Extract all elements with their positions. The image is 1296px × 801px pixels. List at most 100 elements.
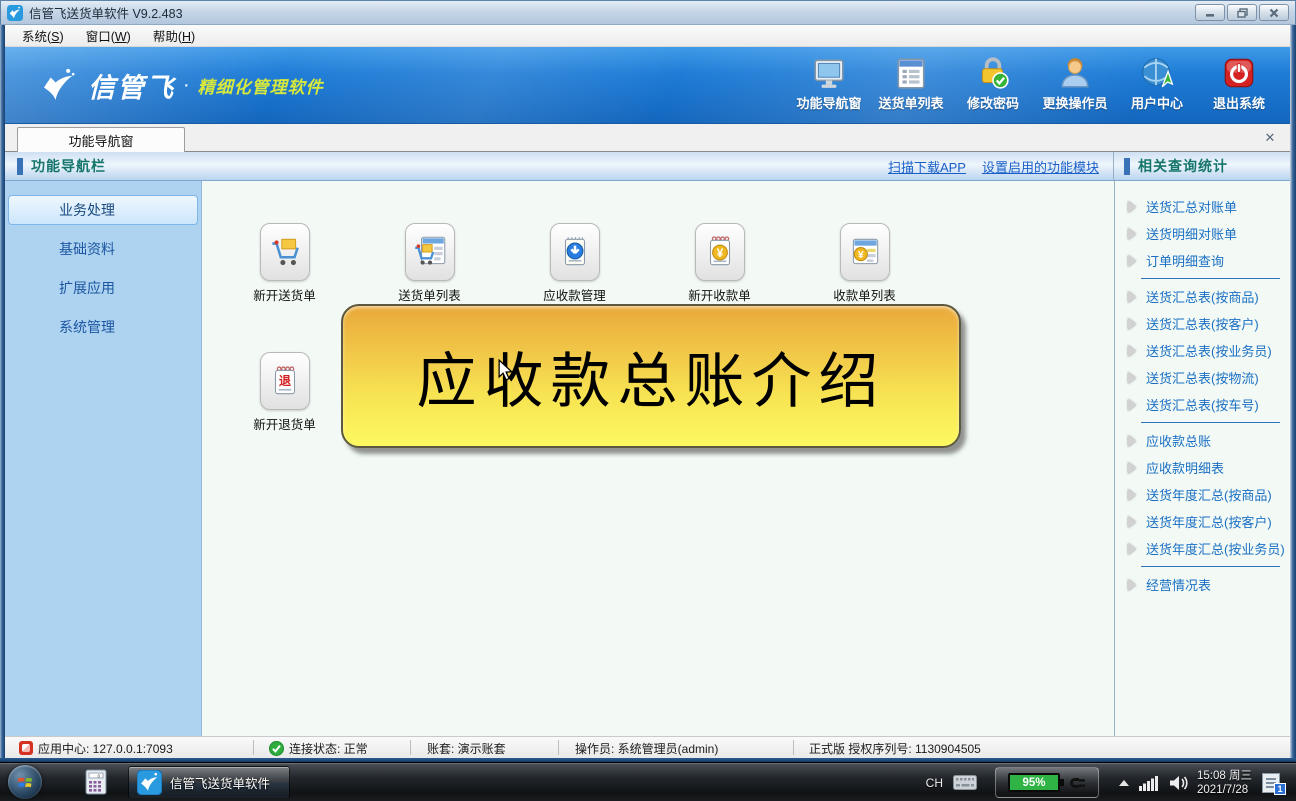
status-account: 账套: 演示账套 bbox=[427, 737, 506, 759]
download-app-link[interactable]: 扫描下载APP bbox=[888, 157, 966, 176]
toolbar-button-label: 更换操作员 bbox=[1042, 93, 1107, 112]
toolbar-button-label: 送货单列表 bbox=[878, 93, 943, 112]
receivables-management-button[interactable]: 应收款管理 bbox=[502, 223, 647, 304]
clock[interactable]: 15:08 周三 2021/7/28 bbox=[1197, 769, 1252, 797]
sidebar-item-system[interactable]: 系统管理 bbox=[8, 312, 198, 342]
network-signal-icon[interactable] bbox=[1139, 775, 1159, 791]
sidebar-item-extensions[interactable]: 扩展应用 bbox=[8, 273, 198, 303]
triangle-icon bbox=[1128, 255, 1136, 267]
triangle-icon bbox=[1128, 345, 1136, 357]
brand-logo: 信管飞 · 精细化管理软件 bbox=[39, 65, 324, 105]
new-return-note-button[interactable]: 退 新开退货单 bbox=[212, 352, 357, 433]
close-button[interactable] bbox=[1259, 4, 1289, 21]
nav-panel-title: 功能导航栏 bbox=[31, 156, 106, 176]
report-link[interactable]: 送货汇总表(按客户) bbox=[1115, 310, 1290, 337]
module-settings-link[interactable]: 设置启用的功能模块 bbox=[982, 157, 1099, 176]
report-link[interactable]: 订单明细查询 bbox=[1115, 247, 1290, 274]
volume-icon[interactable] bbox=[1169, 775, 1189, 791]
brand-tagline: 精细化管理软件 bbox=[198, 73, 324, 98]
notification-icon[interactable]: 1 bbox=[1262, 771, 1286, 795]
report-link[interactable]: 应收款明细表 bbox=[1115, 454, 1290, 481]
report-group-divider bbox=[1141, 566, 1280, 567]
status-divider bbox=[253, 740, 254, 755]
triangle-icon bbox=[1128, 228, 1136, 240]
battery-percent: 95% bbox=[1023, 777, 1046, 789]
toolbar-user-center-button[interactable]: 用户中心 bbox=[1116, 51, 1198, 119]
report-link[interactable]: 送货汇总对账单 bbox=[1115, 193, 1290, 220]
taskbar: 0 信管飞送货单软件 CH 95% bbox=[0, 762, 1296, 801]
tile-label: 新开退货单 bbox=[253, 414, 316, 433]
show-hidden-icons-arrow[interactable] bbox=[1119, 780, 1129, 786]
toolbar-button-label: 修改密码 bbox=[967, 93, 1019, 112]
brand-name: 信管飞 bbox=[88, 66, 175, 105]
ime-indicator[interactable]: CH bbox=[926, 776, 943, 790]
keyboard-icon[interactable] bbox=[953, 775, 977, 790]
triangle-icon bbox=[1128, 579, 1136, 591]
status-app-center: 应用中心: 127.0.0.1:7093 bbox=[19, 737, 173, 759]
tile-row-1: 新开送货单 送货单列表 应收款管理 ¥ bbox=[202, 181, 1114, 304]
svg-text:¥: ¥ bbox=[716, 247, 723, 260]
toolbar-change-password-button[interactable]: 修改密码 bbox=[952, 51, 1034, 119]
power-plug-icon bbox=[1066, 775, 1086, 791]
menu-item-window[interactable]: 窗口(W) bbox=[75, 24, 142, 47]
cart-list-icon bbox=[411, 233, 449, 271]
toolbar-delivery-list-button[interactable]: 送货单列表 bbox=[870, 51, 952, 119]
status-connection: 连接状态: 正常 bbox=[269, 737, 368, 759]
reports-panel-title: 相关查询统计 bbox=[1138, 156, 1228, 176]
status-operator: 操作员: 系统管理员(admin) bbox=[575, 737, 718, 759]
window-title: 信管飞送货单软件 V9.2.483 bbox=[29, 3, 1195, 22]
report-link[interactable]: 经营情况表 bbox=[1115, 571, 1290, 598]
report-link[interactable]: 送货汇总表(按业务员) bbox=[1115, 337, 1290, 364]
clock-date: 2021/7/28 bbox=[1197, 784, 1248, 796]
report-link[interactable]: 送货年度汇总(按商品) bbox=[1115, 481, 1290, 508]
header-band: 功能导航栏 扫描下载APP 设置启用的功能模块 相关查询统计 bbox=[5, 151, 1290, 181]
system-tray: CH 95% 15:08 周三 2021/7/28 bbox=[926, 763, 1296, 801]
report-link[interactable]: 送货年度汇总(按业务员) bbox=[1115, 535, 1290, 562]
report-link[interactable]: 送货年度汇总(按客户) bbox=[1115, 508, 1290, 535]
calculator-taskbar-button[interactable]: 0 bbox=[76, 766, 116, 799]
clock-time: 15:08 周三 bbox=[1197, 770, 1252, 782]
battery-panel[interactable]: 95% bbox=[995, 767, 1099, 798]
new-delivery-note-button[interactable]: 新开送货单 bbox=[212, 223, 357, 304]
main-toolbar: 信管飞 · 精细化管理软件 功能导航窗 送货单列表 bbox=[5, 47, 1290, 123]
receipt-list-button[interactable]: ¥ 收款单列表 bbox=[792, 223, 937, 304]
tile-label: 送货单列表 bbox=[398, 285, 461, 304]
brand-swoosh-icon bbox=[39, 65, 79, 105]
sidebar-item-basic-data[interactable]: 基础资料 bbox=[8, 234, 198, 264]
toolbar-button-label: 退出系统 bbox=[1213, 93, 1265, 112]
report-link[interactable]: 送货汇总表(按物流) bbox=[1115, 364, 1290, 391]
minimize-button[interactable] bbox=[1195, 4, 1225, 21]
tab-strip: 功能导航窗 ✕ bbox=[5, 123, 1290, 151]
app-taskbar-button[interactable]: 信管飞送货单软件 bbox=[128, 766, 290, 799]
tab-close-icon[interactable]: ✕ bbox=[1262, 130, 1278, 146]
toolbar-exit-button[interactable]: 退出系统 bbox=[1198, 51, 1280, 119]
start-button[interactable] bbox=[8, 765, 42, 799]
delivery-note-list-button[interactable]: 送货单列表 bbox=[357, 223, 502, 304]
menu-item-system[interactable]: 系统(S) bbox=[11, 24, 75, 47]
menu-item-help[interactable]: 帮助(H) bbox=[142, 24, 206, 47]
main-area: 新开送货单 送货单列表 应收款管理 ¥ bbox=[202, 181, 1114, 736]
new-receipt-button[interactable]: ¥ 新开收款单 bbox=[647, 223, 792, 304]
app-icon bbox=[7, 5, 23, 21]
return-icon: 退 bbox=[266, 362, 304, 400]
triangle-icon bbox=[1128, 462, 1136, 474]
report-link[interactable]: 应收款总账 bbox=[1115, 427, 1290, 454]
nav-panel-header: 功能导航栏 扫描下载APP 设置启用的功能模块 bbox=[5, 152, 1113, 180]
status-divider bbox=[410, 740, 411, 755]
toolbar-buttons: 功能导航窗 送货单列表 修改密码 更换操作员 bbox=[788, 51, 1280, 119]
triangle-icon bbox=[1128, 318, 1136, 330]
triangle-icon bbox=[1128, 516, 1136, 528]
title-bar[interactable]: 信管飞送货单软件 V9.2.483 bbox=[0, 0, 1296, 25]
reports-panel-header: 相关查询统计 bbox=[1113, 152, 1290, 180]
app-center-icon bbox=[19, 741, 33, 755]
svg-text:¥: ¥ bbox=[857, 249, 863, 261]
toolbar-switch-operator-button[interactable]: 更换操作员 bbox=[1034, 51, 1116, 119]
intro-banner: 应收款总账介绍 bbox=[341, 304, 961, 448]
report-link[interactable]: 送货汇总表(按商品) bbox=[1115, 283, 1290, 310]
toolbar-nav-window-button[interactable]: 功能导航窗 bbox=[788, 51, 870, 119]
report-link[interactable]: 送货明细对账单 bbox=[1115, 220, 1290, 247]
report-link[interactable]: 送货汇总表(按车号) bbox=[1115, 391, 1290, 418]
sidebar-item-business[interactable]: 业务处理 bbox=[8, 195, 198, 225]
restore-button[interactable] bbox=[1227, 4, 1257, 21]
tab-nav-window[interactable]: 功能导航窗 bbox=[17, 127, 185, 152]
